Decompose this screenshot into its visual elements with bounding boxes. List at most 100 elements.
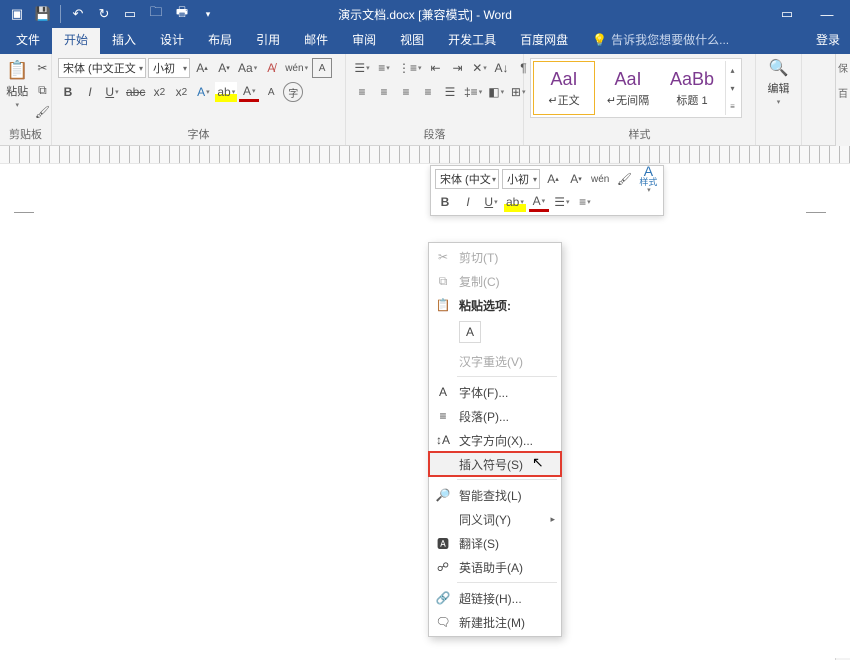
tab-file[interactable]: 文件 xyxy=(4,26,52,54)
mini-numbering[interactable]: ≡ xyxy=(575,192,595,212)
cut-button[interactable]: ✂ xyxy=(32,58,52,78)
menu-new-comment[interactable]: 🗨新建批注(M) xyxy=(429,610,561,634)
tell-me[interactable]: 💡 告诉我您想要做什么... xyxy=(580,26,804,54)
document-area[interactable]: 宋体 (中文 小初 A▴ A▾ wén 🖌 A样式 B I U ab A ☰ ≡… xyxy=(0,164,850,658)
text-effects-button[interactable]: A xyxy=(193,82,213,102)
shrink-font-button[interactable]: A▾ xyxy=(214,58,234,78)
menu-english-assistant[interactable]: ☍英语助手(A) xyxy=(429,555,561,579)
mini-underline[interactable]: U xyxy=(481,192,501,212)
superscript-button[interactable]: x2 xyxy=(171,82,191,102)
print-icon[interactable]: 🖶 xyxy=(171,3,193,25)
char-border-button[interactable]: A xyxy=(312,58,332,78)
mini-toolbar: 宋体 (中文 小初 A▴ A▾ wén 🖌 A样式 B I U ab A ☰ ≡ xyxy=(430,165,664,216)
horizontal-ruler[interactable] xyxy=(0,146,850,164)
italic-button[interactable]: I xyxy=(80,82,100,102)
sign-in[interactable]: 登录 xyxy=(804,26,850,54)
enclose-char-button[interactable]: 字 xyxy=(283,82,303,102)
tab-design[interactable]: 设计 xyxy=(148,26,196,54)
style-normal[interactable]: AaI ↵正文 xyxy=(533,61,595,115)
increase-indent-button[interactable]: ⇥ xyxy=(448,58,468,78)
phonetic-guide-button[interactable]: wén xyxy=(283,58,310,78)
mini-format-painter[interactable]: 🖌 xyxy=(614,169,634,189)
subscript-button[interactable]: x2 xyxy=(149,82,169,102)
word-icon[interactable]: ▣ xyxy=(6,3,28,25)
paste-button[interactable]: 📋 粘贴 ▾ xyxy=(6,58,28,109)
pane-item-a[interactable]: 保 xyxy=(838,60,848,75)
multilevel-button[interactable]: ⋮≡ xyxy=(396,58,424,78)
mini-font-color[interactable]: A xyxy=(529,192,549,212)
asian-layout-button[interactable]: ✕ xyxy=(470,58,490,78)
clear-format-button[interactable]: A̸ xyxy=(261,58,281,78)
format-painter-button[interactable]: 🖌 xyxy=(32,102,52,122)
tab-references[interactable]: 引用 xyxy=(244,26,292,54)
tab-layout[interactable]: 布局 xyxy=(196,26,244,54)
numbering-button[interactable]: ≡ xyxy=(374,58,394,78)
bullets-button[interactable]: ☰ xyxy=(352,58,372,78)
highlight-button[interactable]: ab xyxy=(215,82,237,102)
open-icon[interactable]: 🗀 xyxy=(145,3,167,25)
styles-gallery[interactable]: AaI ↵正文 AaI ↵无间隔 AaBb 标题 1 ▴▾≡ xyxy=(530,58,742,118)
tab-review[interactable]: 审阅 xyxy=(340,26,388,54)
menu-hyperlink[interactable]: 🔗超链接(H)... xyxy=(429,586,561,610)
menu-synonyms[interactable]: 同义词(Y) xyxy=(429,507,561,531)
menu-text-direction[interactable]: ↕A文字方向(X)... xyxy=(429,428,561,452)
grow-font-button[interactable]: A▴ xyxy=(192,58,212,78)
align-right-button[interactable]: ≡ xyxy=(396,82,416,102)
tab-baidu[interactable]: 百度网盘 xyxy=(508,26,580,54)
menu-smart-lookup[interactable]: 🔎智能查找(L) xyxy=(429,483,561,507)
mini-shrink-font[interactable]: A▾ xyxy=(566,169,586,189)
menu-copy: ⧉复制(C) xyxy=(429,269,561,293)
decrease-indent-button[interactable]: ⇤ xyxy=(426,58,446,78)
mini-styles[interactable]: A样式 xyxy=(637,169,659,189)
mini-italic[interactable]: I xyxy=(458,192,478,212)
distributed-button[interactable]: ☰ xyxy=(440,82,460,102)
mini-font-select[interactable]: 宋体 (中文 xyxy=(435,169,499,189)
mini-bold[interactable]: B xyxy=(435,192,455,212)
change-case-button[interactable]: Aa xyxy=(236,58,259,78)
bold-button[interactable]: B xyxy=(58,82,78,102)
tab-developer[interactable]: 开发工具 xyxy=(436,26,508,54)
copy-button[interactable]: ⧉ xyxy=(32,80,52,100)
mini-grow-font[interactable]: A▴ xyxy=(543,169,563,189)
tab-mailings[interactable]: 邮件 xyxy=(292,26,340,54)
qat-more-icon[interactable]: ▾ xyxy=(197,3,219,25)
menu-paragraph[interactable]: ≡段落(P)... xyxy=(429,404,561,428)
translate-icon: 🅰 xyxy=(435,535,451,552)
menu-insert-symbol[interactable]: 插入符号(S) xyxy=(429,452,561,476)
underline-button[interactable]: U xyxy=(102,82,122,102)
mini-phonetic[interactable]: wén xyxy=(589,169,611,189)
mini-bullets[interactable]: ☰ xyxy=(552,192,572,212)
menu-separator xyxy=(457,582,557,583)
redo-icon[interactable]: ↻ xyxy=(93,3,115,25)
mini-size-select[interactable]: 小初 xyxy=(502,169,540,189)
char-shading-button[interactable]: A xyxy=(261,82,281,102)
font-family-select[interactable]: 宋体 (中文正文 xyxy=(58,58,146,78)
text-direction-icon: ↕A xyxy=(435,433,451,447)
save-icon[interactable]: 💾 xyxy=(32,3,54,25)
menu-font[interactable]: A字体(F)... xyxy=(429,380,561,404)
align-left-button[interactable]: ≡ xyxy=(352,82,372,102)
pane-item-b[interactable]: 百 xyxy=(838,85,848,100)
minimize-icon[interactable]: — xyxy=(812,3,842,25)
undo-icon[interactable]: ↶ xyxy=(67,3,89,25)
strikethrough-button[interactable]: abc xyxy=(124,82,147,102)
find-button[interactable]: 🔍 编辑 ▾ xyxy=(768,58,790,106)
justify-button[interactable]: ≡ xyxy=(418,82,438,102)
align-center-button[interactable]: ≡ xyxy=(374,82,394,102)
menu-translate[interactable]: 🅰翻译(S) xyxy=(429,531,561,555)
tab-view[interactable]: 视图 xyxy=(388,26,436,54)
font-color-button[interactable]: A xyxy=(239,82,259,102)
font-size-select[interactable]: 小初 xyxy=(148,58,190,78)
paste-keep-text[interactable]: A xyxy=(459,321,481,343)
style-heading1[interactable]: AaBb 标题 1 xyxy=(661,61,723,115)
style-no-spacing[interactable]: AaI ↵无间隔 xyxy=(597,61,659,115)
tab-insert[interactable]: 插入 xyxy=(100,26,148,54)
ribbon-options-icon[interactable]: ▭ xyxy=(772,3,802,25)
tab-home[interactable]: 开始 xyxy=(52,26,100,54)
line-spacing-button[interactable]: ‡≡ xyxy=(462,82,484,102)
styles-scroll[interactable]: ▴▾≡ xyxy=(725,61,739,115)
mini-highlight[interactable]: ab xyxy=(504,192,526,212)
sort-button[interactable]: A↓ xyxy=(492,58,512,78)
new-icon[interactable]: ▭ xyxy=(119,3,141,25)
shading-button[interactable]: ◧ xyxy=(486,82,506,102)
